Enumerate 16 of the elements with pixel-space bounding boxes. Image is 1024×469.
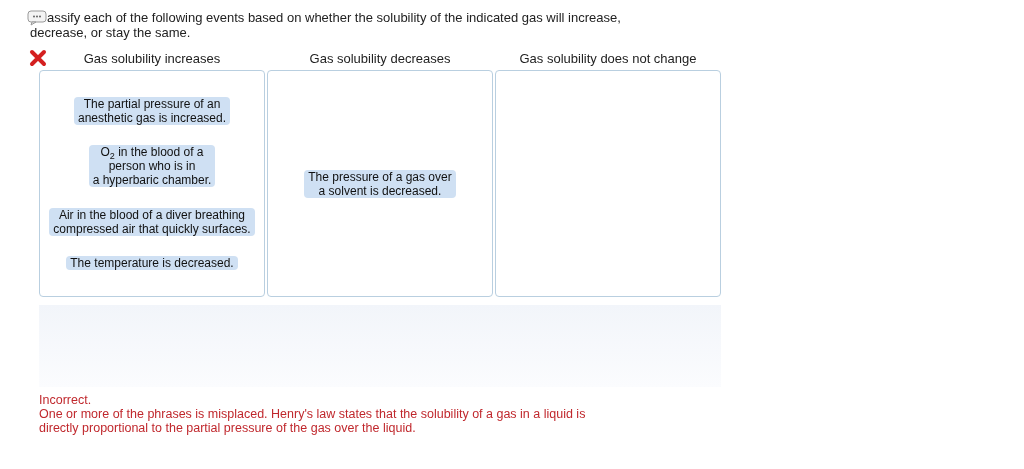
answer-chip[interactable]: The partial pressure of an anesthetic gas is increased. — [73, 97, 231, 126]
answer-chip[interactable]: Air in the blood of a diver breathing compressed air that quickly surfaces. — [49, 207, 255, 236]
question-text: decrease, or stay the same. — [30, 25, 191, 40]
answer-chip[interactable]: O$_{2}$ in the blood of a person who is in a hyperbaric chamber. — [88, 145, 216, 188]
column-heading: Gas solubility decreases — [309, 50, 451, 67]
drop-zone[interactable]: The pressure of a gas over a solvent is decreased. — [267, 70, 493, 297]
question-text: assify each of the following events based on whether the solubility of the indicated gas will increase, — [47, 10, 621, 25]
drop-zone[interactable] — [39, 70, 265, 297]
column-heading: Gas solubility increases — [83, 50, 221, 67]
feedback-title: Incorrect. — [39, 393, 92, 407]
column-heading: Gas solubility does not change — [519, 50, 697, 67]
answer-chip[interactable]: The pressure of a gas over a solvent is decreased. — [304, 169, 456, 198]
comment-icon[interactable] — [27, 10, 47, 26]
answer-chip[interactable]: The temperature is decreased. — [66, 255, 238, 270]
feedback-text: directly proportional to the partial pressure of the gas over the liquid. — [39, 421, 416, 435]
feedback-text: One or more of the phrases is misplaced. Henry's law states that the solubility of a gas in a liquid is — [39, 407, 586, 421]
